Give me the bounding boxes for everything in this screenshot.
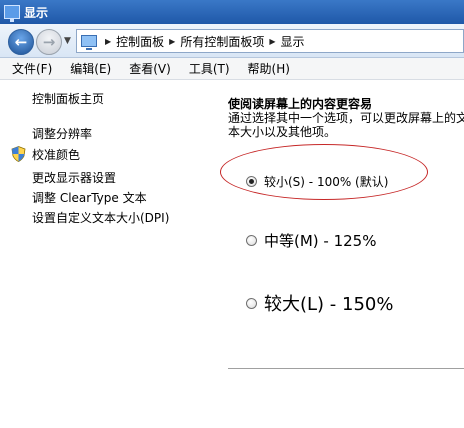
menu-edit[interactable]: 编辑(E) — [70, 60, 111, 77]
breadcrumb-separator-icon[interactable]: ▶ — [269, 37, 275, 46]
breadcrumb-separator-icon[interactable]: ▶ — [105, 37, 111, 46]
divider — [228, 368, 464, 369]
menu-view[interactable]: 查看(V) — [129, 60, 171, 77]
radio-medium[interactable] — [246, 235, 257, 246]
breadcrumb[interactable]: ▶ 控制面板 ▶ 所有控制面板项 ▶ 显示 — [76, 29, 464, 53]
menu-file[interactable]: 文件(F) — [12, 60, 52, 77]
menu-bar: 文件(F) 编辑(E) 查看(V) 工具(T) 帮助(H) — [0, 58, 464, 80]
window-title: 显示 — [24, 5, 49, 20]
breadcrumb-all-items[interactable]: 所有控制面板项 — [179, 33, 265, 50]
menu-tools[interactable]: 工具(T) — [189, 60, 230, 77]
back-button[interactable]: ← — [8, 29, 34, 55]
sidebar-item-adjust-resolution[interactable]: 调整分辨率 — [32, 125, 92, 142]
sidebar-item-calibrate-color[interactable]: 校准颜色 — [32, 146, 80, 163]
option-medium-label[interactable]: 中等(M) - 125% — [264, 230, 376, 251]
radio-larger[interactable] — [246, 297, 257, 309]
option-larger-label[interactable]: 较大(L) - 150% — [264, 290, 393, 316]
menu-help[interactable]: 帮助(H) — [248, 60, 290, 77]
option-medium[interactable]: 中等(M) - 125% — [246, 230, 376, 251]
task-pane: 控制面板主页 调整分辨率 校准颜色 更改显示器设置 调整 ClearType 文… — [0, 80, 220, 428]
breadcrumb-control-panel[interactable]: 控制面板 — [115, 33, 165, 50]
option-larger[interactable]: 较大(L) - 150% — [246, 290, 393, 316]
sidebar-item-custom-dpi[interactable]: 设置自定义文本大小(DPI) — [32, 209, 169, 226]
breadcrumb-display[interactable]: 显示 — [280, 33, 306, 50]
option-smaller-label[interactable]: 较小(S) - 100% (默认) — [264, 173, 388, 190]
sidebar-item-change-display-settings[interactable]: 更改显示器设置 — [32, 169, 116, 186]
control-panel-icon — [81, 35, 97, 50]
page-description: 通过选择其中一个选项，可以更改屏幕上的文本大小以及其他项。 — [228, 111, 464, 139]
forward-button[interactable]: → — [36, 29, 62, 55]
sidebar-item-adjust-cleartype[interactable]: 调整 ClearType 文本 — [32, 189, 147, 206]
display-icon — [4, 5, 20, 22]
option-smaller[interactable]: 较小(S) - 100% (默认) — [246, 173, 388, 190]
shield-icon — [11, 146, 26, 162]
sidebar-item-control-panel-home[interactable]: 控制面板主页 — [32, 90, 104, 107]
title-bar: 显示 — [0, 0, 464, 24]
main-content: 使阅读屏幕上的内容更容易 通过选择其中一个选项，可以更改屏幕上的文本大小以及其他… — [220, 80, 464, 428]
radio-smaller[interactable] — [246, 176, 257, 187]
address-bar: ← → ▼ ▶ 控制面板 ▶ 所有控制面板项 ▶ 显示 — [0, 24, 464, 58]
breadcrumb-separator-icon[interactable]: ▶ — [169, 37, 175, 46]
recent-pages-dropdown[interactable]: ▼ — [64, 36, 71, 46]
annotation-ellipse — [220, 144, 428, 200]
page-title: 使阅读屏幕上的内容更容易 — [228, 97, 373, 111]
